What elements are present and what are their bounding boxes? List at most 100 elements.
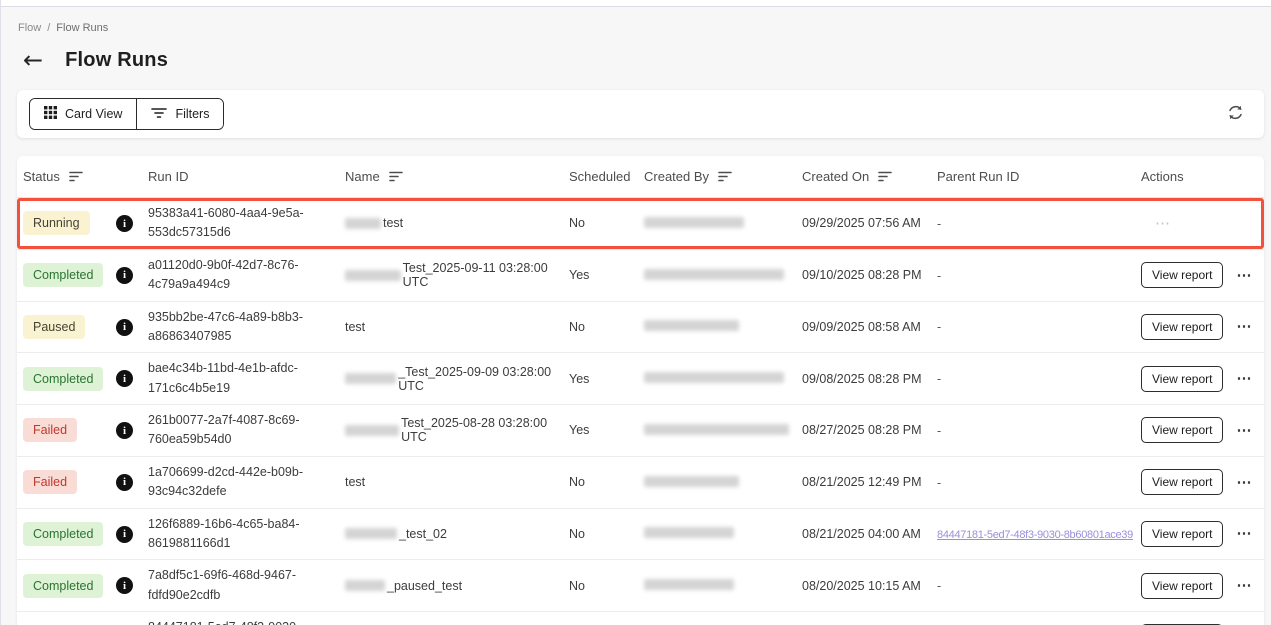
created-on-cell: 08/21/2025 12:49 PM xyxy=(802,469,937,495)
parent-run-id-cell: - xyxy=(937,572,1141,599)
breadcrumb-separator: / xyxy=(47,22,50,34)
parent-run-id-cell: - xyxy=(937,210,1141,237)
filters-label: Filters xyxy=(175,107,209,121)
column-header-run_id: Run ID xyxy=(148,169,345,184)
card-view-button[interactable]: Card View xyxy=(30,99,137,129)
created-on-cell: 09/09/2025 08:58 AM xyxy=(802,314,937,340)
name-cell: test xyxy=(345,210,569,236)
refresh-button[interactable] xyxy=(1223,100,1248,128)
parent-run-id-cell: - xyxy=(937,365,1141,392)
actions-cell: View report ⋯ xyxy=(1141,411,1264,449)
filters-button[interactable]: Filters xyxy=(137,99,223,129)
view-report-button[interactable]: View report xyxy=(1141,521,1223,547)
parent-run-id-value: - xyxy=(937,320,941,334)
column-header-created_by[interactable]: Created By xyxy=(644,169,802,184)
column-header-status[interactable]: Status xyxy=(17,169,116,184)
column-label-parent_run_id: Parent Run ID xyxy=(937,169,1019,184)
info-icon[interactable]: i xyxy=(116,267,133,284)
view-report-button[interactable]: View report xyxy=(1141,417,1223,443)
parent-run-id-value: - xyxy=(937,424,941,438)
info-icon[interactable]: i xyxy=(116,577,133,594)
more-actions-button[interactable]: ⋯ xyxy=(1236,475,1252,490)
info-cell: i xyxy=(116,209,148,239)
info-icon[interactable]: i xyxy=(116,215,133,232)
created-on-cell: 08/27/2025 08:28 PM xyxy=(802,417,937,443)
column-label-created_by: Created By xyxy=(644,169,709,184)
status-badge: Completed xyxy=(23,522,103,546)
column-label-scheduled: Scheduled xyxy=(569,169,630,184)
column-header-created_on[interactable]: Created On xyxy=(802,169,937,184)
created-on-cell: 09/08/2025 08:28 PM xyxy=(802,366,937,392)
column-header-name[interactable]: Name xyxy=(345,169,569,184)
redacted-created-by xyxy=(644,269,784,280)
info-icon[interactable]: i xyxy=(116,526,133,543)
info-icon[interactable]: i xyxy=(116,319,133,336)
parent-run-id-cell: - xyxy=(937,313,1141,340)
status-cell: Completed xyxy=(17,619,116,625)
run-id-cell: a01120d0-9b0f-42d7-8c76-4c79a9a494c9 xyxy=(148,250,345,301)
actions-cell: View report ⋯ xyxy=(1141,308,1264,346)
view-report-button[interactable]: View report xyxy=(1141,366,1223,392)
run-name: _Test_2025-09-09 03:28:00 UTC xyxy=(398,365,559,393)
more-actions-button[interactable]: ⋯ xyxy=(1236,371,1252,386)
sort-icon-status[interactable] xyxy=(69,171,83,182)
view-report-button[interactable]: View report xyxy=(1141,469,1223,495)
status-badge: Paused xyxy=(23,315,85,339)
scheduled-cell: No xyxy=(569,314,644,340)
column-header-parent_run_id: Parent Run ID xyxy=(937,169,1141,184)
scheduled-cell: No xyxy=(569,210,644,236)
more-actions-button[interactable]: ⋯ xyxy=(1236,526,1252,541)
status-cell: Completed xyxy=(17,257,116,293)
run-id-cell: 261b0077-2a7f-4087-8c69-760ea59b54d0 xyxy=(148,405,345,456)
filter-icon xyxy=(151,107,167,122)
view-report-button[interactable]: View report xyxy=(1141,573,1223,599)
redacted-created-by xyxy=(644,527,734,538)
status-cell: Paused xyxy=(17,309,116,345)
redacted-name-segment xyxy=(345,373,396,384)
created-by-cell xyxy=(644,210,802,237)
breadcrumb-item-flow[interactable]: Flow xyxy=(18,22,41,34)
more-actions-button[interactable]: ⋯ xyxy=(1155,216,1171,231)
column-label-run_id: Run ID xyxy=(148,169,188,184)
more-actions-button[interactable]: ⋯ xyxy=(1236,268,1252,283)
view-toggle-group: Card View Filters xyxy=(29,98,224,130)
sort-icon-created_by[interactable] xyxy=(718,171,732,182)
run-name: _paused_test xyxy=(387,579,462,593)
table-row: Runningi95383a41-6080-4aa4-9e5a-553dc573… xyxy=(17,198,1264,250)
more-actions-button[interactable]: ⋯ xyxy=(1236,578,1252,593)
column-label-created_on: Created On xyxy=(802,169,869,184)
column-label-name: Name xyxy=(345,169,380,184)
table-row: Pausedi935bb2be-47c6-4a89-b8b3-a86863407… xyxy=(17,302,1264,354)
table-header-row: Status Run ID Name Scheduled Created By Creat… xyxy=(17,156,1264,198)
column-label-status: Status xyxy=(23,169,60,184)
sort-icon-created_on[interactable] xyxy=(878,171,892,182)
more-actions-button[interactable]: ⋯ xyxy=(1236,319,1252,334)
table-row: Completedi a01120d0-9b0f-42d7-8c76-4c79a9… xyxy=(17,250,1264,302)
name-cell: _Test_2025-09-09 03:28:00 UTC xyxy=(345,359,569,399)
parent-run-id-value: - xyxy=(937,372,941,386)
back-arrow-icon[interactable]: ← xyxy=(23,48,43,72)
status-cell: Completed xyxy=(17,361,116,397)
parent-run-id-link[interactable]: 84447181-5ed7-48f3-9030-8b60801ace39 xyxy=(937,529,1133,541)
info-icon[interactable]: i xyxy=(116,370,133,387)
status-cell: Failed xyxy=(17,464,116,500)
table-body: Runningi95383a41-6080-4aa4-9e5a-553dc573… xyxy=(17,198,1264,625)
redacted-name-segment xyxy=(345,218,381,229)
info-icon[interactable]: i xyxy=(116,422,133,439)
parent-run-id-cell: 84447181-5ed7-48f3-9030-8b60801ace39 xyxy=(937,520,1141,547)
created-by-cell xyxy=(644,572,802,599)
info-icon[interactable]: i xyxy=(116,474,133,491)
more-actions-button[interactable]: ⋯ xyxy=(1236,423,1252,438)
column-header-actions: Actions xyxy=(1141,169,1264,184)
parent-run-id-cell: - xyxy=(937,417,1141,444)
run-name: test xyxy=(383,216,403,230)
created-by-cell xyxy=(644,417,802,444)
window-top-strip xyxy=(1,0,1271,7)
table-row: Failedi261b0077-2a7f-4087-8c69-760ea59b5… xyxy=(17,405,1264,457)
view-report-button[interactable]: View report xyxy=(1141,314,1223,340)
scheduled-cell: Yes xyxy=(569,417,644,443)
run-id-cell: 7a8df5c1-69f6-468d-9467-fdfd90e2cdfb xyxy=(148,560,345,611)
sort-icon-name[interactable] xyxy=(389,171,403,182)
info-cell: i xyxy=(116,260,148,290)
view-report-button[interactable]: View report xyxy=(1141,262,1223,288)
